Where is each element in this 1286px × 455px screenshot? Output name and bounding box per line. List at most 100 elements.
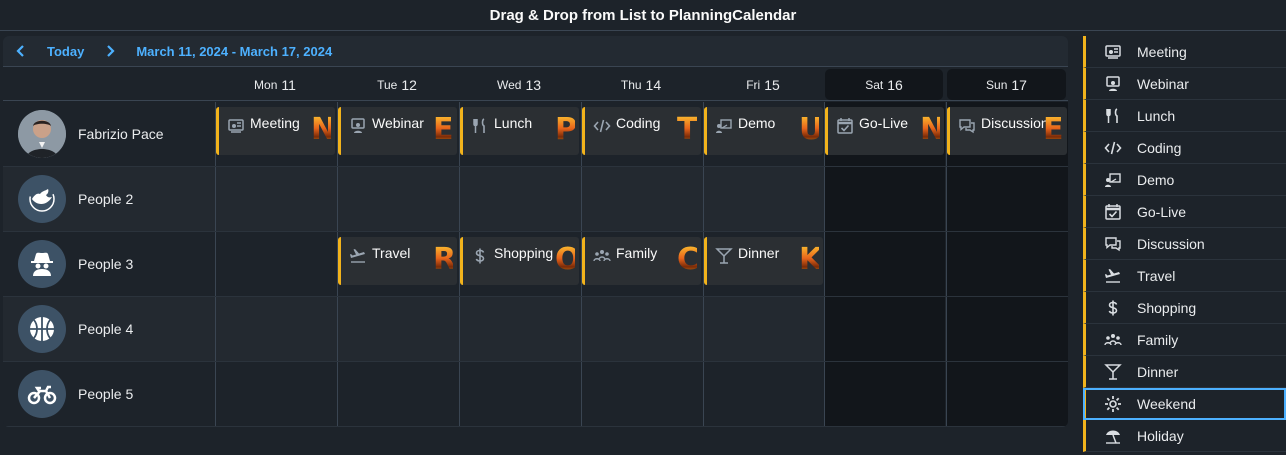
day-cell[interactable]	[459, 297, 580, 361]
appointment-title: Discussion	[981, 115, 1049, 131]
day-cell[interactable]	[581, 362, 702, 426]
day-cell[interactable]	[215, 362, 336, 426]
person-name: People 5	[78, 386, 134, 402]
coding-icon	[593, 117, 611, 135]
list-item-coding[interactable]: Coding	[1083, 132, 1286, 164]
next-week-button[interactable]	[92, 36, 128, 67]
appointment-shopping[interactable]: Shopping O	[460, 237, 579, 285]
list-item-label: Coding	[1137, 139, 1182, 156]
appointment-lunch[interactable]: Lunch P	[460, 107, 579, 155]
list-item-travel[interactable]: Travel	[1083, 260, 1286, 292]
appointment-letter: T	[677, 112, 698, 147]
list-item-shopping[interactable]: Shopping	[1083, 292, 1286, 324]
meeting-icon	[1104, 43, 1122, 61]
day-cell[interactable]	[215, 232, 336, 296]
day-cell[interactable]	[215, 297, 336, 361]
appointment-letter: O	[555, 242, 579, 277]
day-header-fri: Fri 15	[704, 69, 822, 100]
appointment-family[interactable]: Family C	[582, 237, 701, 285]
day-number: 13	[525, 76, 542, 93]
appointment-meeting[interactable]: Meeting N	[216, 107, 335, 155]
day-header-mon: Mon 11	[216, 69, 334, 100]
appointment-travel[interactable]: Travel R	[338, 237, 457, 285]
row-header[interactable]: Fabrizio Pace	[3, 102, 215, 166]
appointment-letter: K	[799, 242, 823, 277]
day-cell[interactable]	[824, 297, 945, 361]
list-item-family[interactable]: Family	[1083, 324, 1286, 356]
list-item-label: Lunch	[1137, 107, 1176, 124]
day-cell[interactable]	[581, 297, 702, 361]
row-header[interactable]: People 3	[3, 232, 215, 296]
day-cell[interactable]	[824, 167, 945, 231]
list-item-meeting[interactable]: Meeting	[1083, 36, 1286, 68]
list-item-webinar[interactable]: Webinar	[1083, 68, 1286, 100]
day-cell[interactable]	[824, 232, 945, 296]
day-cell[interactable]	[581, 167, 702, 231]
day-cell[interactable]	[946, 232, 1068, 296]
chevron-right-icon	[105, 45, 115, 57]
day-cell[interactable]	[215, 167, 336, 231]
appointment-letter: N	[311, 112, 335, 147]
list-item-discussion[interactable]: Discussion	[1083, 228, 1286, 260]
day-number: 17	[1011, 76, 1027, 93]
day-cell[interactable]	[946, 297, 1068, 361]
today-button[interactable]: Today	[39, 44, 92, 59]
day-cell[interactable]	[946, 167, 1068, 231]
row-header[interactable]: People 4	[3, 297, 215, 361]
day-cell[interactable]	[337, 167, 458, 231]
day-cell[interactable]	[337, 297, 458, 361]
day-cell[interactable]	[946, 362, 1068, 426]
family-icon	[593, 247, 611, 265]
appointment-title: Family	[616, 245, 658, 261]
lunch-icon	[471, 117, 489, 135]
row-header[interactable]: People 5	[3, 362, 215, 426]
day-cell[interactable]	[824, 362, 945, 426]
appointment-letter: R	[433, 242, 457, 277]
day-cell[interactable]	[337, 362, 458, 426]
list-item-weekend[interactable]: Weekend	[1083, 388, 1286, 420]
day-cell[interactable]	[703, 167, 824, 231]
day-of-week: Tue	[377, 77, 398, 92]
date-range-picker[interactable]: March 11, 2024 - March 17, 2024	[136, 44, 332, 59]
day-cell[interactable]	[703, 297, 824, 361]
appointment-dinner[interactable]: Dinner K	[704, 237, 823, 285]
list-item-label: Travel	[1137, 267, 1176, 284]
spy-icon	[26, 248, 58, 280]
calendar-toolbar: Today March 11, 2024 - March 17, 2024	[3, 36, 1068, 67]
day-cell[interactable]	[459, 167, 580, 231]
prev-week-button[interactable]	[3, 36, 39, 67]
list-item-lunch[interactable]: Lunch	[1083, 100, 1286, 132]
appointment-webinar[interactable]: Webinar E	[338, 107, 457, 155]
day-of-week: Fri	[746, 77, 761, 92]
chevron-left-icon	[16, 45, 26, 57]
day-cell[interactable]	[459, 362, 580, 426]
appointment-letter: E	[1043, 112, 1064, 147]
calendar-row: People 3 Travel R Shopping O Family C Dinner K	[3, 232, 1068, 297]
appointment-title: Lunch	[494, 115, 533, 131]
list-item-label: Discussion	[1137, 235, 1205, 252]
appointment-demo[interactable]: Demo U	[704, 107, 823, 155]
meeting-icon	[227, 117, 245, 135]
list-item-go-live[interactable]: Go-Live	[1083, 196, 1286, 228]
avatar	[18, 305, 66, 353]
avatar	[18, 110, 66, 158]
appointment-discussion[interactable]: Discussion E	[947, 107, 1067, 155]
list-item-dinner[interactable]: Dinner	[1083, 356, 1286, 388]
appointment-go-live[interactable]: Go-Live N	[825, 107, 944, 155]
go-live-icon	[836, 117, 854, 135]
row-header[interactable]: People 2	[3, 167, 215, 231]
day-number: 16	[887, 76, 903, 93]
day-cell[interactable]	[703, 362, 824, 426]
list-item-holiday[interactable]: Holiday	[1083, 420, 1286, 452]
day-of-week: Thu	[620, 77, 642, 92]
list-item-label: Go-Live	[1137, 203, 1187, 220]
day-header-thu: Thu 14	[582, 69, 700, 100]
person-name: People 2	[78, 191, 134, 207]
appointment-coding[interactable]: Coding T	[582, 107, 701, 155]
family-icon	[1104, 331, 1122, 349]
calendar-row: People 5	[3, 362, 1068, 427]
lunch-icon	[1104, 107, 1122, 125]
day-header-row: Mon 11 Tue 12 Wed 13 Thu 14 Fri 15 Sat 16 Sun 17	[3, 68, 1068, 101]
appointment-title: Shopping	[494, 245, 554, 261]
list-item-demo[interactable]: Demo	[1083, 164, 1286, 196]
